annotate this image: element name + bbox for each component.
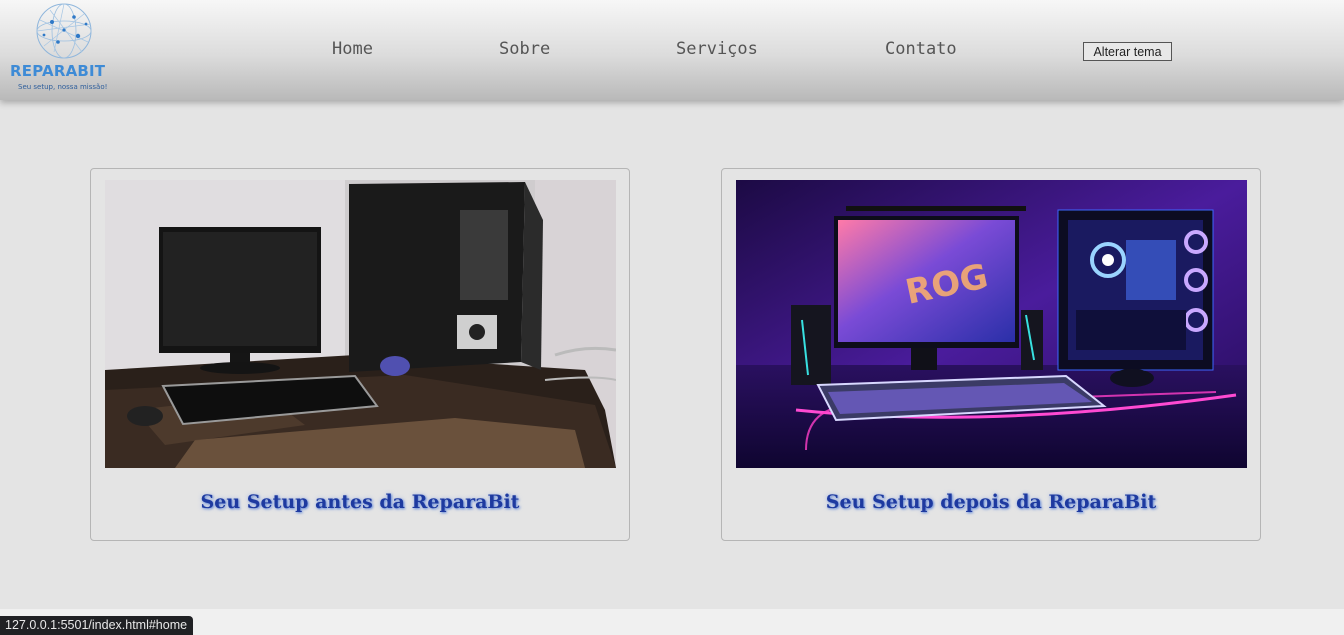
status-url-tooltip: 127.0.0.1:5501/index.html#home xyxy=(0,616,194,635)
nav-link-contato[interactable]: Contato xyxy=(885,39,957,59)
before-setup-caption: Seu Setup antes da ReparaBit xyxy=(200,491,520,513)
old-setup-image xyxy=(105,180,616,468)
toggle-theme-button[interactable]: Alterar tema xyxy=(1083,42,1172,61)
globe-network-icon xyxy=(36,3,92,59)
after-setup-caption: Seu Setup depois da ReparaBit xyxy=(825,491,1157,513)
before-setup-card: Seu Setup antes da ReparaBit xyxy=(90,168,630,541)
brand-tagline: Seu setup, nossa missão! xyxy=(18,83,108,91)
nav-link-sobre[interactable]: Sobre xyxy=(499,39,550,59)
after-setup-card: ROG Seu Setup depois da ReparaBit xyxy=(721,168,1261,541)
site-header: REPARABIT Seu setup, nossa missão! Home … xyxy=(0,0,1344,100)
brand-name: REPARABIT xyxy=(10,62,106,80)
nav-link-servicos[interactable]: Serviços xyxy=(676,39,758,59)
nav-link-home[interactable]: Home xyxy=(332,39,373,59)
gaming-setup-image: ROG xyxy=(736,180,1247,468)
browser-status-area: 127.0.0.1:5501/index.html#home xyxy=(0,609,1344,635)
logo[interactable]: REPARABIT Seu setup, nossa missão! xyxy=(8,2,112,96)
